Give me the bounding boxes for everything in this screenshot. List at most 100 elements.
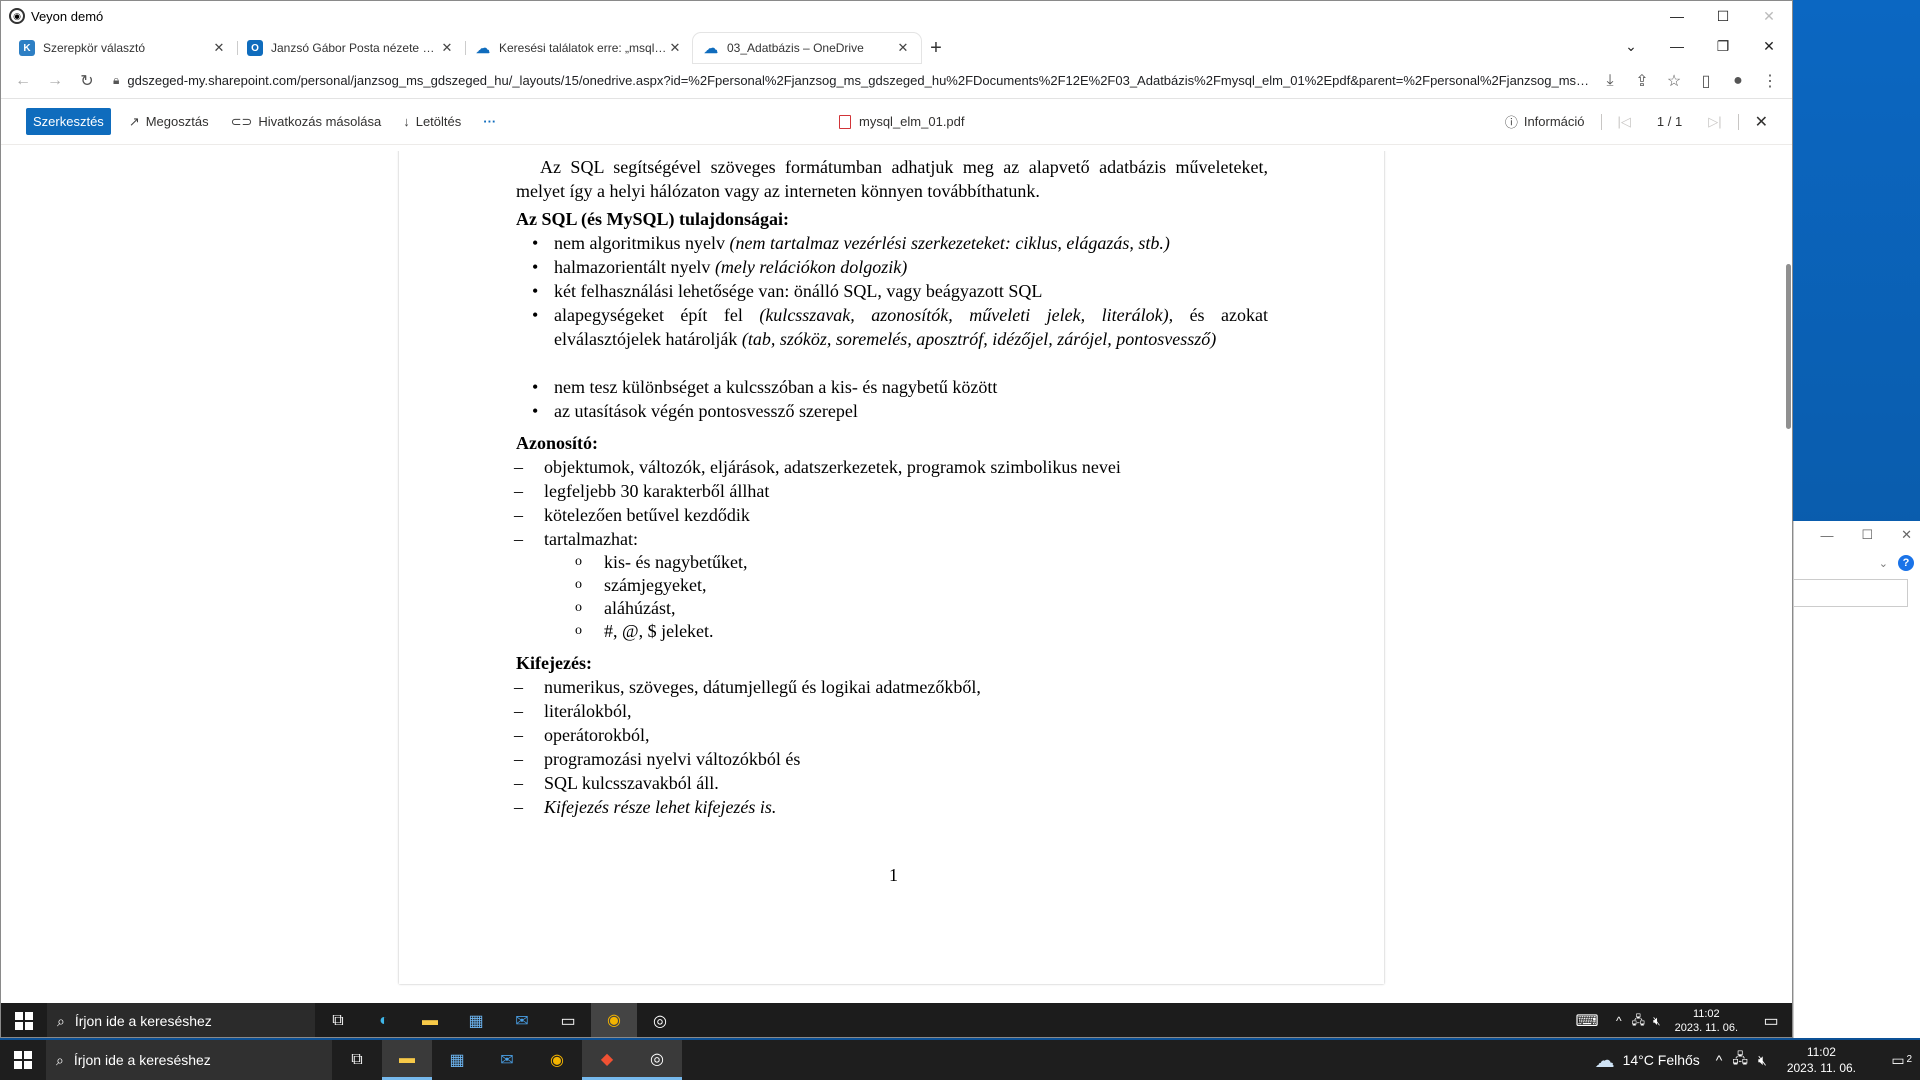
close-tab-icon[interactable]: ✕ [895, 40, 911, 56]
pdf-file-icon [839, 114, 851, 129]
terminal-icon[interactable]: ▭ [545, 1003, 591, 1037]
info-button[interactable]: ⓘ Információ [1505, 112, 1585, 131]
onedrive-toolbar: Szerkesztés ↗ Megosztás ⊂⊃ Hivatkozás máso… [1, 99, 1792, 145]
new-tab-button[interactable]: + [921, 33, 951, 63]
url-field[interactable]: 🔒︎ gdszeged-my.sharepoint.com/personal/j… [103, 66, 1594, 96]
list-item: Kifejezés része lehet kifejezés is. [514, 795, 776, 819]
download-button[interactable]: ↓ Letöltés [403, 114, 461, 129]
tab-search-button[interactable]: ⌄ [1608, 31, 1654, 61]
back-button[interactable]: ← [7, 65, 39, 97]
notification-center-icon[interactable]: ▭ 2 [1876, 1052, 1920, 1069]
last-page-icon[interactable]: ▷| [1708, 114, 1721, 130]
search-placeholder: Írjon ide a kereséshez [73, 1052, 211, 1068]
browser-minimize-button[interactable]: — [1654, 31, 1700, 61]
scrollbar[interactable] [1782, 151, 1792, 1003]
taskbar-search[interactable]: ⌕ Írjon ide a kereséshez [46, 1040, 332, 1080]
minimize-button[interactable]: — [1654, 1, 1700, 31]
store-icon[interactable]: ▦ [453, 1003, 499, 1037]
forward-button[interactable]: → [39, 65, 71, 97]
copy-link-label: Hivatkozás másolása [258, 114, 382, 129]
notification-icon[interactable]: ▭ [1748, 1003, 1792, 1037]
share-icon: ↗ [128, 113, 140, 129]
address-bar: ← → ↻ 🔒︎ gdszeged-my.sharepoint.com/pers… [1, 63, 1792, 99]
tab-outlook[interactable]: O Janzsó Gábor Posta nézete – Outlook ✕ [237, 33, 465, 63]
windows-icon [14, 1051, 32, 1069]
close-button[interactable]: ✕ [1746, 1, 1792, 31]
keyboard-icon[interactable]: ⌨ [1564, 1003, 1610, 1037]
tab-adatbazis[interactable]: ☁ 03_Adatbázis – OneDrive ✕ [693, 33, 921, 63]
veyon-title: Veyon demó [31, 8, 104, 24]
tray-chevron-icon[interactable]: ^ [1716, 1052, 1723, 1068]
mail-icon[interactable]: ✉ [482, 1040, 532, 1080]
browser-tabstrip: K Szerepkör választó ✕ O Janzsó Gábor Po… [1, 31, 1792, 63]
sub-list-item: #, @, $ jeleket. [575, 619, 713, 643]
list-item: SQL kulcsszavakból áll. [514, 771, 719, 795]
info-icon: ⓘ [1504, 115, 1518, 130]
dialog-close-icon[interactable]: ✕ [1901, 527, 1912, 543]
scrollbar-thumb[interactable] [1786, 264, 1791, 429]
dialog-input[interactable] [1793, 579, 1908, 607]
weather-text: 14°C Felhős [1622, 1052, 1700, 1068]
file-explorer-icon[interactable]: ▬ [407, 1003, 453, 1037]
sub-list-item: számjegyeket, [575, 573, 707, 597]
volume-muted-icon[interactable]: 🔇︎ [1758, 1052, 1767, 1069]
volume-muted-icon[interactable]: 🔇︎ [1653, 1014, 1661, 1029]
dialog-minimize-icon[interactable]: — [1820, 528, 1833, 543]
first-page-icon[interactable]: |◁ [1618, 114, 1631, 130]
sub-list-item: aláhúzást, [575, 596, 676, 620]
weather-widget[interactable]: ☁ 14°C Felhős [1595, 1048, 1700, 1073]
network-icon[interactable]: 🖧︎ [1632, 1011, 1645, 1032]
start-button[interactable] [1, 1003, 47, 1037]
url-text: gdszeged-my.sharepoint.com/personal/janz… [127, 73, 1594, 88]
reload-button[interactable]: ↻ [71, 65, 103, 97]
veyon-icon[interactable]: ◎ [632, 1040, 682, 1080]
onedrive-icon: ☁ [704, 39, 718, 56]
tab-search-results[interactable]: ☁ Keresési találatok erre: „msql” – OneD… [465, 33, 693, 63]
heading-properties: Az SQL (és MySQL) tulajdonságai: [516, 209, 790, 229]
pdf-viewer[interactable]: Az SQL segítségével szöveges formátumban… [1, 151, 1792, 1003]
taskbar-search[interactable]: ⌕ Írjon ide a kereséshez [47, 1003, 315, 1037]
more-button[interactable]: ··· [483, 114, 496, 129]
mail-icon[interactable]: ✉ [499, 1003, 545, 1037]
tab-title: Janzsó Gábor Posta nézete – Outlook [271, 41, 439, 55]
git-icon[interactable]: ◆ [582, 1040, 632, 1080]
clock[interactable]: 11:02 2023. 11. 06. [1787, 1044, 1856, 1076]
task-view-icon[interactable]: ⧉ [315, 1003, 361, 1037]
edit-button[interactable]: Szerkesztés [26, 108, 111, 135]
share-icon[interactable]: ⇪ [1626, 65, 1658, 97]
browser-close-button[interactable]: ✕ [1746, 31, 1792, 61]
store-icon[interactable]: ▦ [432, 1040, 482, 1080]
network-icon[interactable]: 🖧︎ [1732, 1048, 1748, 1072]
close-tab-icon[interactable]: ✕ [439, 40, 455, 56]
info-label: Információ [1523, 114, 1585, 129]
copy-link-button[interactable]: ⊂⊃ Hivatkozás másolása [231, 114, 382, 130]
task-view-icon[interactable]: ⧉ [332, 1040, 382, 1080]
install-icon[interactable]: ⤓ [1594, 65, 1626, 97]
sub-list-item: kis- és nagybetűket, [575, 550, 748, 574]
heading-identifier: Azonosító: [516, 433, 598, 453]
remote-clock[interactable]: 11:02 2023. 11. 06. [1675, 1007, 1738, 1035]
side-panel-icon[interactable]: ▯ [1690, 65, 1722, 97]
chrome-icon[interactable]: ◉ [591, 1003, 637, 1037]
close-viewer-icon[interactable]: ✕ [1755, 112, 1768, 132]
maximize-button[interactable]: ☐ [1700, 1, 1746, 31]
veyon-icon[interactable]: ◎ [637, 1003, 683, 1037]
edge-icon[interactable]: ◐ [361, 1003, 407, 1037]
help-icon[interactable]: ? [1898, 555, 1914, 571]
tab-szerepkor[interactable]: K Szerepkör választó ✕ [9, 33, 237, 63]
close-tab-icon[interactable]: ✕ [211, 40, 227, 56]
dialog-chevron-icon[interactable]: ⌄ [1879, 557, 1888, 570]
browser-restore-button[interactable]: ❐ [1700, 31, 1746, 61]
veyon-window: ◉ Veyon demó — ☐ ✕ K Szerepkör választó … [0, 0, 1793, 1038]
close-tab-icon[interactable]: ✕ [667, 40, 683, 56]
file-explorer-icon[interactable]: ▬ [382, 1040, 432, 1080]
browser-menu-icon[interactable]: ⋮ [1754, 65, 1786, 97]
profile-avatar[interactable]: ● [1722, 65, 1754, 97]
dialog-maximize-icon[interactable]: ☐ [1861, 527, 1873, 543]
chrome-icon[interactable]: ◉ [532, 1040, 582, 1080]
lock-icon[interactable]: 🔒︎ [113, 73, 119, 88]
bookmark-star-icon[interactable]: ☆ [1658, 65, 1690, 97]
tray-chevron-icon[interactable]: ^ [1616, 1014, 1622, 1028]
start-button[interactable] [0, 1040, 46, 1080]
share-button[interactable]: ↗ Megosztás [129, 114, 209, 130]
